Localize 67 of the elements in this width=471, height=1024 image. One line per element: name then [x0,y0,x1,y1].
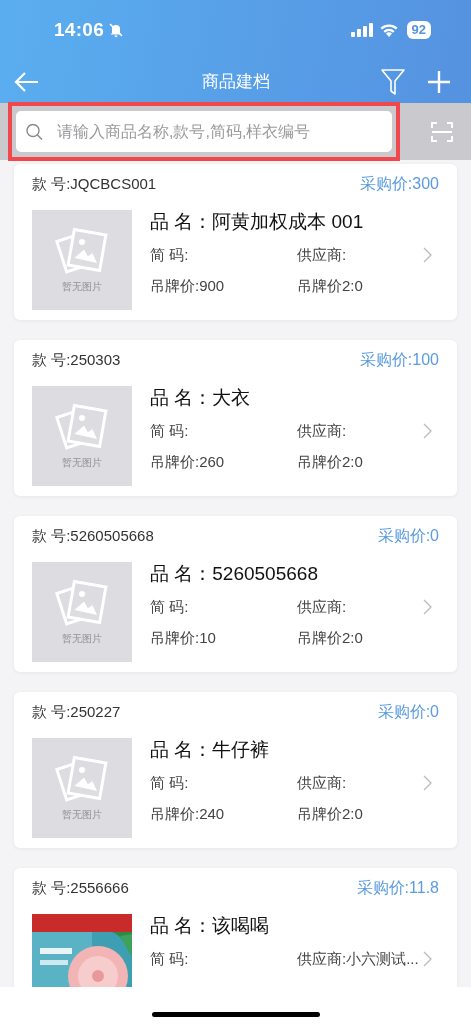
tag-price: 吊牌价:260 [150,452,226,472]
add-button[interactable] [427,69,451,94]
plus-icon [427,69,451,94]
tag-price-2: 吊牌价2:0 [297,804,364,824]
back-arrow-icon [14,70,40,93]
supplier: 供应商: [297,773,348,793]
purchase-price: 采购价:0 [377,701,439,722]
no-image-caption: 暂无图片 [62,632,102,646]
purchase-price: 采购价:11.8 [356,877,439,898]
short-code: 简 码: [150,597,190,617]
back-button[interactable] [14,70,40,93]
supplier: 供应商: [297,245,348,265]
product-card[interactable]: 款 号:2556666 采购价:11.8 品 名：该喝喝 简 码: 供应商:小六测试... [14,868,457,987]
filter-icon [381,67,405,96]
product-name: 品 名：阿黄加权成本 001 [150,210,365,234]
tag-price-2: 吊牌价2:0 [297,628,364,648]
product-card[interactable]: 款 号:JQCBCS001 采购价:300 暂无图片 品 名：阿黄加权成本 001 简 码: 供应商: 吊牌价:900 吊牌价2:0 [14,164,457,320]
chevron-right-icon [423,951,432,967]
purchase-price: 采购价:0 [377,525,439,546]
no-image-caption: 暂无图片 [62,808,102,822]
product-card[interactable]: 款 号:250227 采购价:0 暂无图片 品 名：牛仔裤 简 码: 供应商: 吊牌价:240 吊牌价2:0 [14,692,457,848]
image-placeholder-icon [55,226,109,276]
scan-icon [431,120,453,143]
style-number: 款 号:JQCBCS001 [32,174,157,194]
product-card[interactable]: 款 号:5260505668 采购价:0 暂无图片 品 名：5260505668 简 码: 供应商: 吊牌价:10 吊牌价2:0 [14,516,457,672]
tag-price: 吊牌价:900 [150,276,226,296]
product-name: 品 名：该喝喝 [150,914,271,938]
no-image-caption: 暂无图片 [62,456,102,470]
style-number: 款 号:5260505668 [32,526,154,546]
tag-price-2: 吊牌价2:0 [297,276,364,296]
image-placeholder-icon [55,754,109,804]
purchase-price: 采购价:300 [359,173,439,194]
chevron-right-icon [423,775,432,791]
tag-price: 吊牌价:240 [150,804,226,824]
search-icon [26,123,43,140]
image-placeholder-icon [55,578,109,628]
product-name: 品 名：大衣 [150,386,252,410]
supplier: 供应商: [297,597,348,617]
product-name: 品 名：牛仔裤 [150,738,271,762]
chevron-right-icon [423,599,432,615]
chevron-right-icon [423,423,432,439]
purchase-price: 采购价:100 [359,349,439,370]
no-image-caption: 暂无图片 [62,280,102,294]
product-name: 品 名：5260505668 [150,562,319,586]
search-field[interactable]: 请输入商品名称,款号,简码,样衣编号 [16,111,392,152]
chevron-right-icon [423,247,432,263]
supplier: 供应商: [297,421,348,441]
filter-button[interactable] [381,67,405,96]
short-code: 简 码: [150,949,190,969]
short-code: 简 码: [150,421,190,441]
style-number: 款 号:250227 [32,702,121,722]
bell-off-icon [108,22,125,38]
scan-button[interactable] [431,120,453,143]
style-number: 款 号:2556666 [32,878,129,898]
tag-price: 吊牌价:10 [150,628,217,648]
supplier: 供应商:小六测试... [297,949,420,969]
short-code: 简 码: [150,245,190,265]
status-time: 14:06 [54,19,105,41]
battery-level: 92 [406,21,431,39]
page-title: 商品建档 [201,71,270,93]
style-number: 款 号:250303 [32,350,121,370]
wifi-icon [378,23,399,37]
short-code: 简 码: [150,773,190,793]
product-card[interactable]: 款 号:250303 采购价:100 暂无图片 品 名：大衣 简 码: 供应商: 吊牌价:260 吊牌价2:0 [14,340,457,496]
signal-icon [350,23,373,37]
image-placeholder-icon [55,402,109,452]
tag-price-2: 吊牌价2:0 [297,452,364,472]
